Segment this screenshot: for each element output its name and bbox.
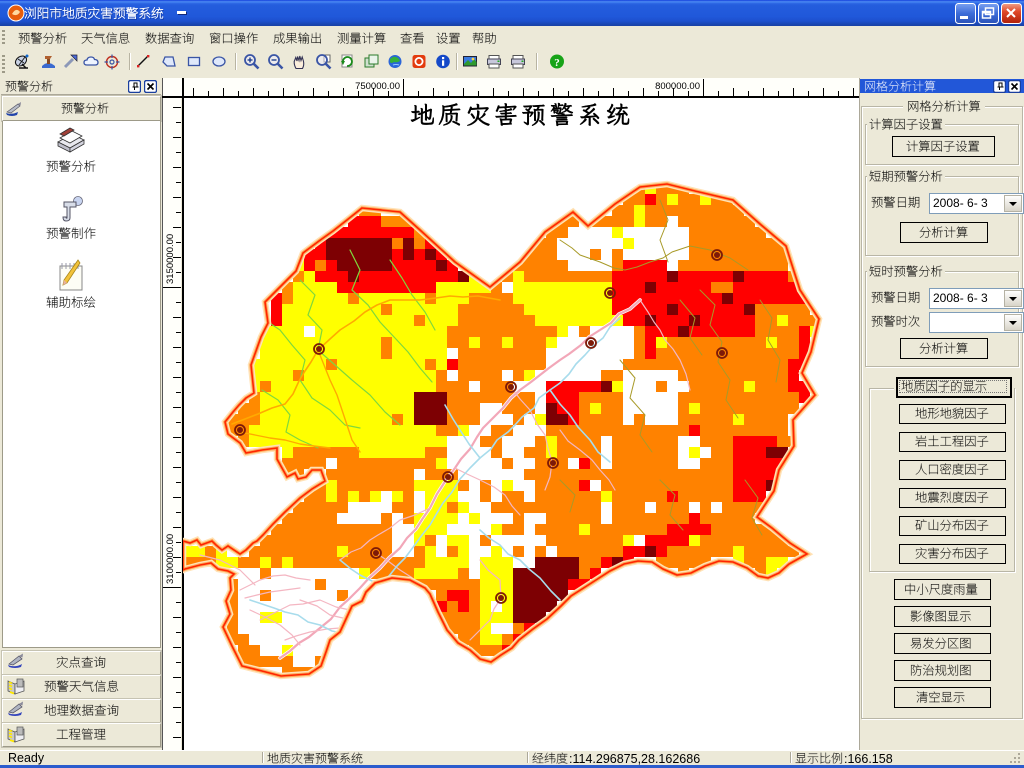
svg-text:750000.00: 750000.00 [355,81,400,92]
svg-text:3150000.00: 3150000.00 [165,234,176,284]
svg-text:3100000.00: 3100000.00 [165,534,176,584]
svg-text:800000.00: 800000.00 [655,81,700,92]
svg-text:?: ? [554,57,560,69]
